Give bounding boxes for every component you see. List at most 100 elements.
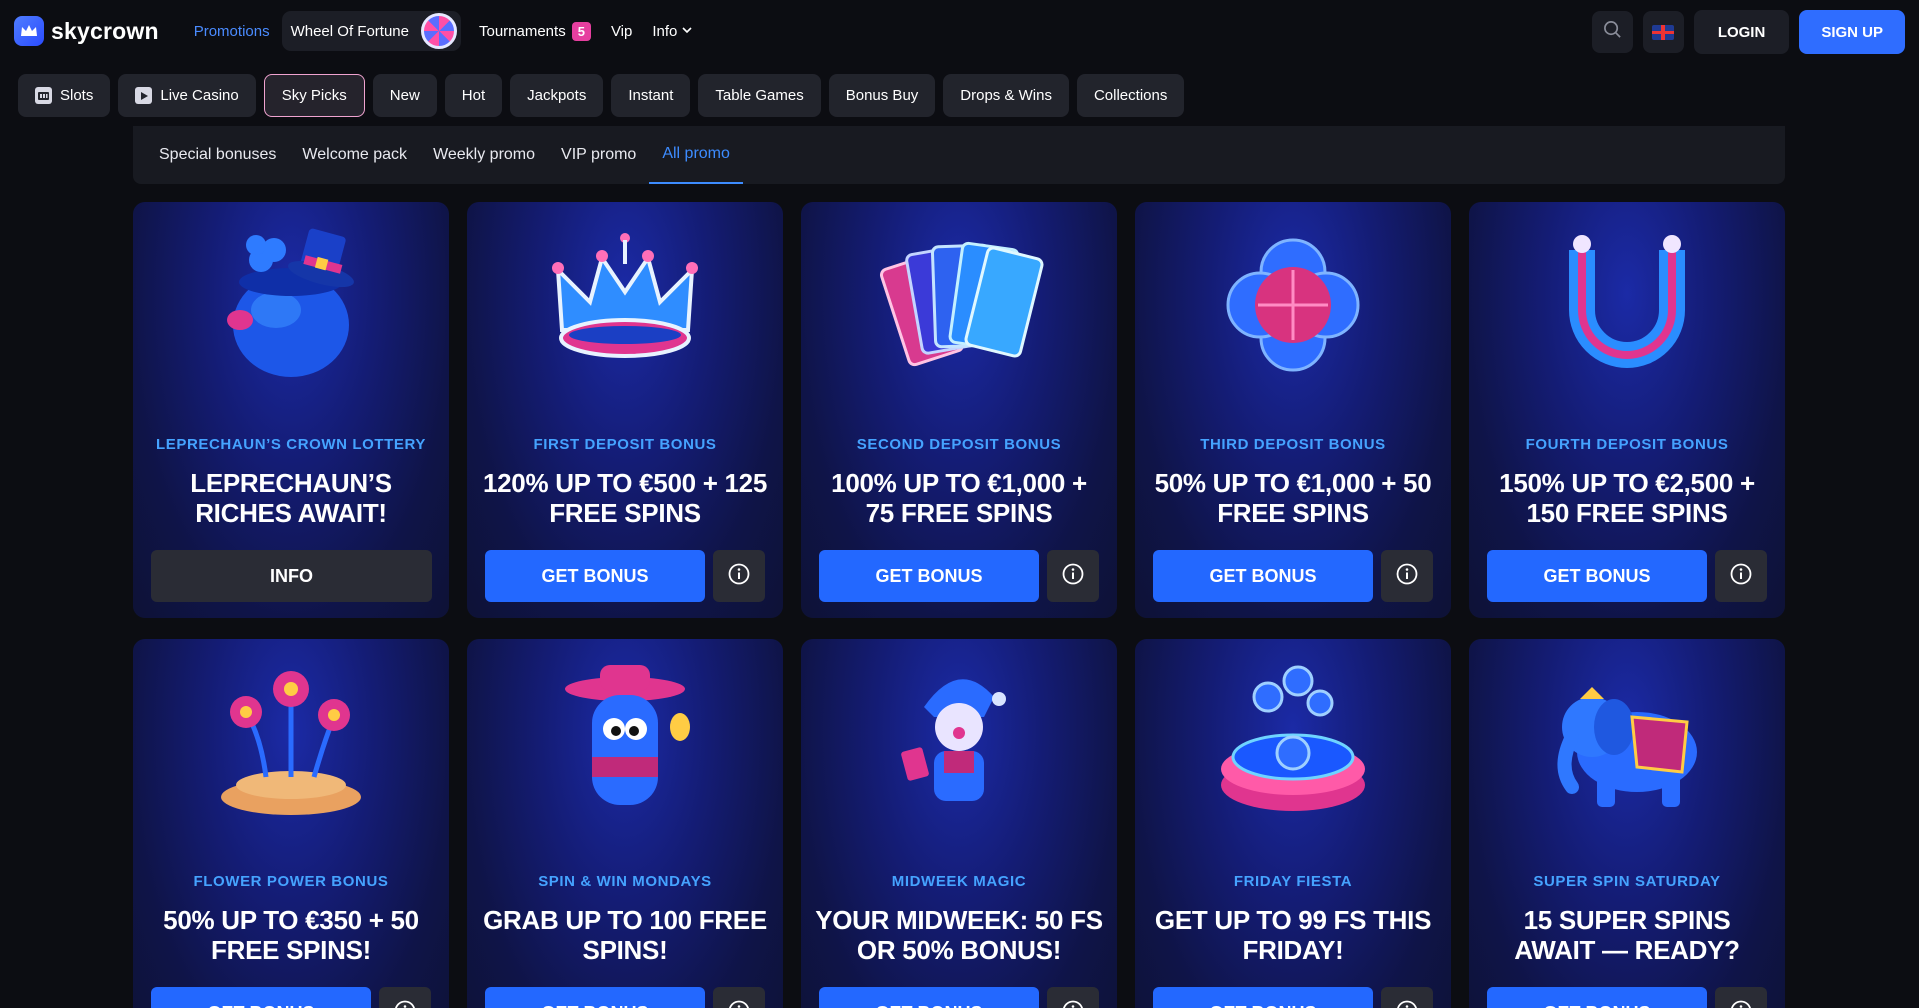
card-title: 120% UP TO €500 + 125 FREE SPINS (482, 468, 767, 528)
category-collections[interactable]: Collections (1076, 74, 1185, 117)
category-drops-wins[interactable]: Drops & Wins (943, 74, 1069, 117)
info-circle-button[interactable] (1715, 550, 1767, 602)
language-button[interactable] (1642, 11, 1684, 53)
card-title: GET UP TO 99 FS THIS FRIDAY! (1154, 905, 1432, 965)
info-circle-button[interactable] (1047, 550, 1099, 602)
tab-welcome-pack[interactable]: Welcome pack (289, 126, 420, 184)
info-circle-icon (1062, 563, 1084, 590)
category-sky-picks[interactable]: Sky Picks (263, 74, 365, 117)
info-circle-button[interactable] (1047, 987, 1099, 1008)
card-subtitle: FRIDAY FIESTA (1233, 873, 1353, 890)
logo[interactable]: skycrown (14, 16, 159, 46)
info-circle-icon (1730, 1000, 1752, 1008)
info-circle-button[interactable] (379, 987, 431, 1008)
info-circle-icon (1396, 1000, 1418, 1008)
category-slots[interactable]: Slots (18, 74, 111, 117)
get-bonus-button[interactable]: GET BONUS (1487, 987, 1707, 1008)
promo-card: THIRD DEPOSIT BONUS 50% UP TO €1,000 + 5… (1135, 202, 1451, 618)
get-bonus-button[interactable]: GET BONUS (1153, 550, 1373, 602)
card-title: 50% UP TO €350 + 50 FREE SPINS! (163, 905, 419, 965)
jester-character-illustration (801, 657, 1117, 827)
tab-weekly-promo[interactable]: Weekly promo (420, 126, 548, 184)
promo-card: SECOND DEPOSIT BONUS 100% UP TO €1,000 +… (801, 202, 1117, 618)
promo-tabs: Special bonuses Welcome pack Weekly prom… (133, 126, 1785, 184)
get-bonus-button[interactable]: GET BONUS (1153, 987, 1373, 1008)
crown-illustration (467, 220, 783, 390)
promo-card: FIRST DEPOSIT BONUS 120% UP TO €500 + 12… (467, 202, 783, 618)
horseshoe-illustration (1469, 220, 1785, 390)
get-bonus-button[interactable]: GET BONUS (1487, 550, 1707, 602)
nav-vip[interactable]: Vip (601, 11, 642, 51)
promo-card: FLOWER POWER BONUS 50% UP TO €350 + 50 F… (133, 639, 449, 1008)
card-title: LEPRECHAUN’S RICHES AWAIT! (190, 468, 392, 528)
crown-logo-icon (14, 16, 44, 46)
card-subtitle: FLOWER POWER BONUS (193, 873, 389, 890)
tab-all-promo[interactable]: All promo (649, 126, 743, 184)
get-bonus-button[interactable]: GET BONUS (485, 550, 705, 602)
get-bonus-button[interactable]: GET BONUS (485, 987, 705, 1008)
promo-card: SPIN & WIN MONDAYS GRAB UP TO 100 FREE S… (467, 639, 783, 1008)
nav-tournaments-label: Tournaments (478, 22, 566, 40)
promo-card: SUPER SPIN SATURDAY 15 SUPER SPINS AWAIT… (1469, 639, 1785, 1008)
uk-flag-icon (1652, 24, 1675, 40)
fortune-wheel-icon (420, 13, 457, 49)
card-subtitle: SUPER SPIN SATURDAY (1533, 873, 1721, 890)
get-bonus-button[interactable]: GET BONUS (819, 987, 1039, 1008)
card-subtitle: MIDWEEK MAGIC (891, 873, 1027, 890)
nav-wheel-of-fortune-label: Wheel Of Fortune (290, 22, 409, 40)
nav-promotions[interactable]: Promotions (184, 11, 280, 51)
category-live-casino[interactable]: Live Casino (118, 74, 256, 117)
tab-vip-promo[interactable]: VIP promo (548, 126, 649, 184)
category-new[interactable]: New (372, 74, 437, 117)
cowboy-character-illustration (467, 657, 783, 827)
search-icon (1603, 20, 1622, 44)
card-subtitle: FOURTH DEPOSIT BONUS (1525, 436, 1729, 453)
login-button[interactable]: LOGIN (1693, 10, 1790, 54)
nav-wheel-of-fortune[interactable]: Wheel Of Fortune (281, 11, 461, 51)
info-circle-button[interactable] (713, 987, 765, 1008)
get-bonus-button[interactable]: GET BONUS (151, 987, 371, 1008)
nav-tournaments[interactable]: Tournaments 5 (469, 11, 601, 51)
search-button[interactable] (1591, 11, 1633, 53)
card-subtitle: LEPRECHAUN’S CROWN LOTTERY (155, 436, 427, 453)
category-jackpots[interactable]: Jackpots (510, 74, 604, 117)
coin-button-illustration (1135, 657, 1451, 827)
card-title: 100% UP TO €1,000 + 75 FREE SPINS (831, 468, 1087, 528)
category-label: Slots (60, 87, 94, 104)
info-circle-button[interactable] (1715, 987, 1767, 1008)
category-bonus-buy[interactable]: Bonus Buy (828, 74, 936, 117)
nav-info[interactable]: Info (642, 11, 702, 51)
category-bar: Slots Live Casino Sky Picks New Hot Jack… (18, 74, 1185, 117)
info-circle-button[interactable] (1381, 550, 1433, 602)
info-button[interactable]: INFO (151, 550, 432, 602)
category-hot[interactable]: Hot (444, 74, 503, 117)
info-circle-icon (1396, 563, 1418, 590)
card-title: 150% UP TO €2,500 + 150 FREE SPINS (1499, 468, 1755, 528)
card-subtitle: SECOND DEPOSIT BONUS (856, 436, 1062, 453)
tab-special-bonuses[interactable]: Special bonuses (146, 126, 289, 184)
pot-with-hat-illustration (133, 220, 449, 390)
category-instant[interactable]: Instant (611, 74, 691, 117)
card-title: 15 SUPER SPINS AWAIT — READY? (1514, 905, 1740, 965)
card-title: GRAB UP TO 100 FREE SPINS! (483, 905, 767, 965)
info-circle-button[interactable] (713, 550, 765, 602)
info-circle-icon (1062, 1000, 1084, 1008)
card-subtitle: FIRST DEPOSIT BONUS (533, 436, 717, 453)
category-label: Live Casino (160, 87, 239, 104)
playing-cards-illustration (801, 220, 1117, 390)
four-leaf-clover-illustration (1135, 220, 1451, 390)
play-icon (135, 87, 153, 104)
promo-card: MIDWEEK MAGIC YOUR MIDWEEK: 50 FS OR 50%… (801, 639, 1117, 1008)
nav-info-label: Info (652, 22, 678, 40)
promo-card: FRIDAY FIESTA GET UP TO 99 FS THIS FRIDA… (1135, 639, 1451, 1008)
card-title: YOUR MIDWEEK: 50 FS OR 50% BONUS! (815, 905, 1103, 965)
info-circle-button[interactable] (1381, 987, 1433, 1008)
info-circle-icon (1730, 563, 1752, 590)
info-circle-icon (728, 563, 750, 590)
category-table-games[interactable]: Table Games (698, 74, 821, 117)
signup-button[interactable]: SIGN UP (1799, 10, 1905, 54)
flowers-coins-illustration (133, 657, 449, 827)
get-bonus-button[interactable]: GET BONUS (819, 550, 1039, 602)
chevron-down-icon (682, 25, 692, 37)
card-subtitle: THIRD DEPOSIT BONUS (1200, 436, 1386, 453)
